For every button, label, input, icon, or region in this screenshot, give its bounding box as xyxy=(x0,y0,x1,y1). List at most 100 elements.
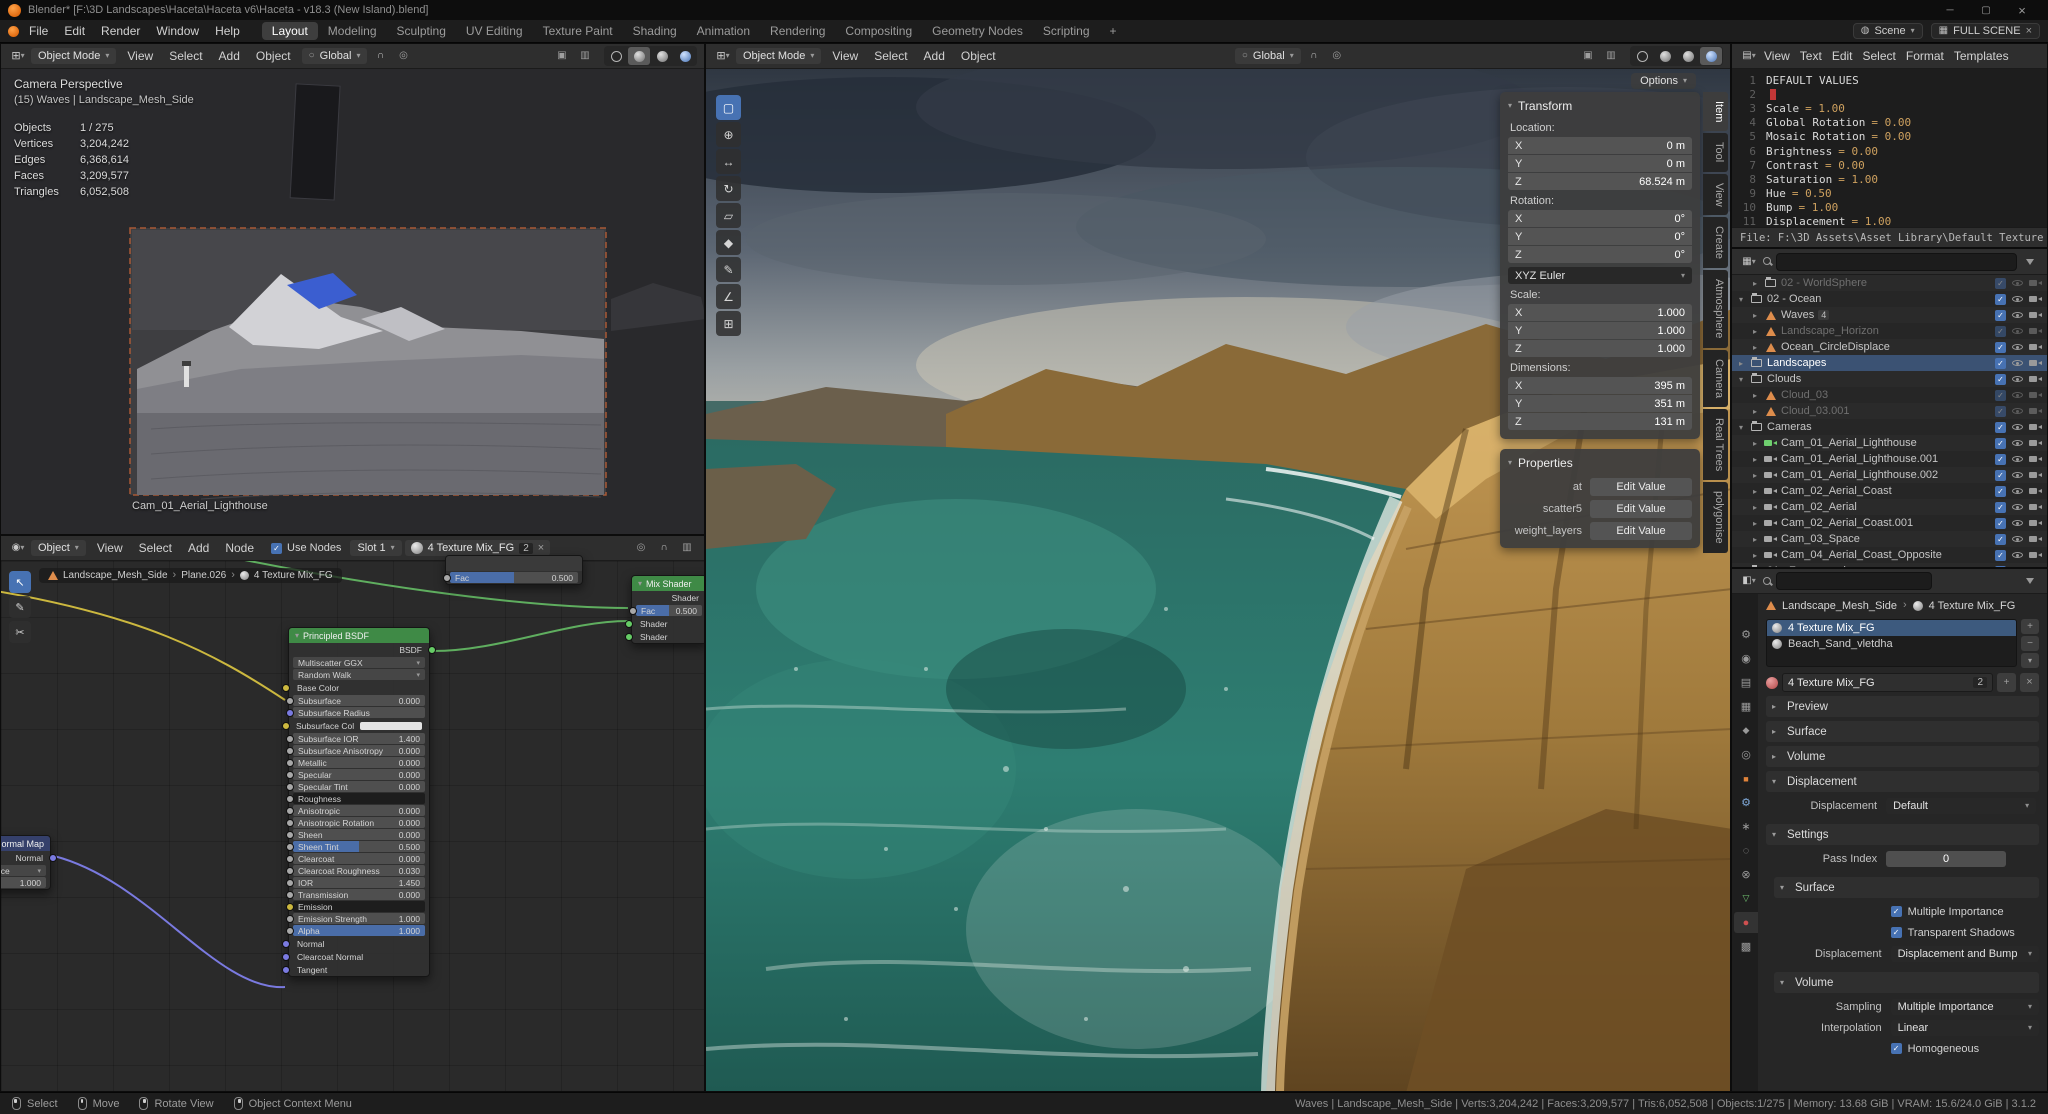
rendered-viewport-canvas[interactable]: Options Transform Location: X0 mY0 mZ68.… xyxy=(706,69,1730,1091)
selectability-checkbox-icon[interactable] xyxy=(1995,342,2006,353)
properties-tab[interactable] xyxy=(1734,864,1758,885)
render-visibility-icon[interactable] xyxy=(2029,454,2042,464)
code-line[interactable]: 9 Hue = 0.50 xyxy=(1732,187,2047,201)
workspace-tab[interactable]: Layout xyxy=(262,22,318,40)
expand-arrow-icon[interactable] xyxy=(1750,519,1760,528)
properties-tab[interactable] xyxy=(1734,696,1758,717)
sampling-dropdown[interactable]: Multiple Importance xyxy=(1891,999,2039,1015)
row-label[interactable]: Cam_04_Aerial_Coast_Opposite xyxy=(1781,549,1942,561)
outliner-row[interactable]: Cam_01_Aerial_Lighthouse.001 xyxy=(1732,451,2047,467)
selectability-checkbox-icon[interactable] xyxy=(1995,310,2006,321)
hide-eye-icon[interactable] xyxy=(2011,485,2024,497)
node-socket-row[interactable]: Clearcoat Normal xyxy=(289,950,429,963)
viewport-menu-item[interactable]: Object xyxy=(953,48,1004,64)
scale-field[interactable]: X1.000 xyxy=(1508,304,1692,321)
outliner-row[interactable]: Waves 4 xyxy=(1732,307,2047,323)
code-line[interactable]: 3 Scale = 1.00 xyxy=(1732,101,2047,115)
node-header[interactable] xyxy=(446,556,582,571)
sidebar-tab[interactable]: Tool xyxy=(1703,133,1728,171)
viewport-menu-item[interactable]: View xyxy=(824,48,866,64)
multiple-importance-checkbox[interactable]: Multiple Importance xyxy=(1891,906,2039,918)
editor-type-outliner-icon[interactable] xyxy=(1739,253,1759,271)
viewport-tool-button[interactable] xyxy=(716,122,741,147)
node-socket-row[interactable]: Specular Tint0.000 xyxy=(293,781,425,792)
row-label[interactable]: Landscape_Horizon xyxy=(1781,325,1879,337)
section-settings[interactable]: Settings xyxy=(1766,824,2039,845)
selectability-checkbox-icon[interactable] xyxy=(1995,406,2006,417)
shading-solid-button[interactable] xyxy=(628,47,650,65)
shading-rendered-button[interactable] xyxy=(674,47,696,65)
properties-tab[interactable] xyxy=(1734,936,1758,957)
hide-eye-icon[interactable] xyxy=(2011,373,2024,385)
node-header[interactable]: Mix Shader xyxy=(632,576,705,591)
node-socket-row[interactable]: Sheen Tint0.500 xyxy=(293,841,425,852)
shading-wireframe-button[interactable] xyxy=(1631,47,1653,65)
row-label[interactable]: Cameras xyxy=(1767,421,1812,433)
node-socket-row[interactable]: Emission Strength1.000 xyxy=(293,913,425,924)
hide-eye-icon[interactable] xyxy=(2011,533,2024,545)
code-line[interactable]: 5 Mosaic Rotation = 0.00 xyxy=(1732,130,2047,144)
row-label[interactable]: Clouds xyxy=(1767,373,1801,385)
node-socket-row[interactable]: Sheen0.000 xyxy=(293,829,425,840)
expand-arrow-icon[interactable] xyxy=(1736,295,1746,304)
dimension-field[interactable]: Y351 m xyxy=(1508,395,1692,412)
mode-dropdown[interactable]: Object Mode xyxy=(736,48,821,64)
node-socket-row[interactable]: BSDF xyxy=(289,643,429,656)
workspace-tab[interactable]: Texture Paint xyxy=(533,22,623,40)
workspace-tab[interactable]: Scripting xyxy=(1033,22,1100,40)
pass-index-field[interactable]: 0 xyxy=(1886,851,2006,867)
gizmo-toggle-icon[interactable] xyxy=(552,47,572,65)
selectability-checkbox-icon[interactable] xyxy=(1995,566,2006,568)
render-visibility-icon[interactable] xyxy=(2029,566,2042,567)
row-label[interactable]: Ocean_CircleDisplace xyxy=(1781,341,1890,353)
render-visibility-icon[interactable] xyxy=(2029,278,2042,288)
mix-shader-node[interactable]: Mix Shader Shader Fac0.500 xyxy=(631,575,705,644)
outliner-row[interactable]: Cam_02_Aerial xyxy=(1732,499,2047,515)
selectability-checkbox-icon[interactable] xyxy=(1995,454,2006,465)
outliner-row[interactable]: Landscape_Horizon xyxy=(1732,323,2047,339)
outliner-row[interactable]: Landscapes xyxy=(1732,355,2047,371)
node-socket-row[interactable]: Metallic0.000 xyxy=(293,757,425,768)
slot-specials-button[interactable] xyxy=(2021,653,2039,668)
selectability-checkbox-icon[interactable] xyxy=(1995,438,2006,449)
rotation-field[interactable]: Y0° xyxy=(1508,228,1692,245)
node-tool-button[interactable] xyxy=(9,596,31,618)
shading-rendered-button[interactable] xyxy=(1700,47,1722,65)
render-visibility-icon[interactable] xyxy=(2029,470,2042,480)
outliner-search-input[interactable] xyxy=(1776,253,2017,271)
node-socket-row[interactable]: Fac0.500 xyxy=(636,605,702,616)
node-socket-row[interactable]: Strength1.000 xyxy=(0,877,46,888)
node-socket-row[interactable]: Shader xyxy=(632,617,705,630)
outliner-row[interactable]: Cloud_03 xyxy=(1732,387,2047,403)
main-menu-item[interactable]: Render xyxy=(93,23,148,39)
hide-eye-icon[interactable] xyxy=(2011,341,2024,353)
expand-arrow-icon[interactable] xyxy=(1750,391,1760,400)
material-slot-row[interactable]: Beach_Sand_vletdha xyxy=(1767,636,2016,652)
code-line[interactable]: 4 Global Rotation = 0.00 xyxy=(1732,116,2047,130)
node-socket-row[interactable]: Shader xyxy=(632,630,705,643)
snap-magnet-icon[interactable] xyxy=(370,47,390,65)
material-datablock-selector[interactable]: 4 Texture Mix_FG 2 xyxy=(405,540,551,556)
selectability-checkbox-icon[interactable] xyxy=(1995,358,2006,369)
render-visibility-icon[interactable] xyxy=(2029,422,2042,432)
section-settings-surface[interactable]: Surface xyxy=(1774,877,2039,898)
use-nodes-checkbox[interactable]: Use Nodes xyxy=(271,542,341,554)
properties-tab[interactable] xyxy=(1734,888,1758,909)
workspace-tab[interactable]: Sculpting xyxy=(387,22,456,40)
render-visibility-icon[interactable] xyxy=(2029,342,2042,352)
workspace-tab[interactable]: Geometry Nodes xyxy=(922,22,1033,40)
node-tool-button[interactable] xyxy=(9,571,31,593)
node-socket-row[interactable]: Subsurface Radius xyxy=(293,707,425,718)
overlays-toggle-icon[interactable] xyxy=(677,539,697,557)
options-dropdown[interactable]: Options xyxy=(1631,73,1696,89)
location-field[interactable]: Y0 m xyxy=(1508,155,1692,172)
filter-icon[interactable] xyxy=(2020,253,2040,271)
code-line[interactable]: 6 Brightness = 0.00 xyxy=(1732,144,2047,158)
properties-tab[interactable] xyxy=(1734,840,1758,861)
expand-arrow-icon[interactable] xyxy=(1736,359,1746,368)
viewport-menu-item[interactable]: Object xyxy=(248,48,299,64)
sidebar-tab[interactable]: Real Trees xyxy=(1703,409,1728,480)
breadcrumb-object[interactable]: Landscape_Mesh_Side xyxy=(63,570,168,581)
mode-dropdown[interactable]: Object Mode xyxy=(31,48,116,64)
shader-type-dropdown[interactable]: Object xyxy=(31,540,86,556)
